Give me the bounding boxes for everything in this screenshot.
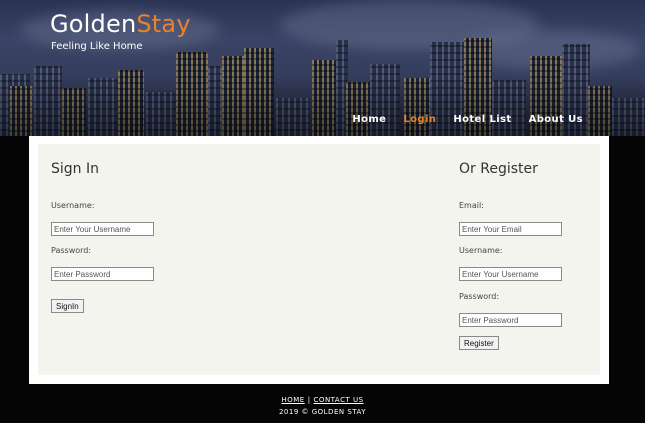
register-username-input[interactable] [459,267,562,281]
register-email-label: Email: [459,201,484,210]
register-email-input[interactable] [459,222,562,236]
signin-username-label: Username: [51,201,95,210]
signin-button[interactable]: SignIn [51,299,84,313]
content-card: Sign In Username: Password: SignIn Or Re… [29,136,609,384]
footer-contact-link[interactable]: CONTACT US [314,396,364,404]
logo-text-primary: Golden [50,10,137,38]
signin-title: Sign In [51,161,99,177]
footer-links: HOME | CONTACT US [0,396,645,404]
footer-copyright: 2019 © GOLDEN STAY [278,408,367,416]
register-password-label: Password: [459,292,500,301]
site-footer: HOME | CONTACT US 2019 © GOLDEN STAY [0,396,645,416]
main-nav: Home Login Hotel List About Us [335,114,583,125]
signin-username-input[interactable] [51,222,154,236]
register-username-label: Username: [459,246,503,255]
nav-about-us[interactable]: About Us [529,114,583,125]
site-logo[interactable]: GoldenStay [50,10,191,38]
forms-panel: Sign In Username: Password: SignIn Or Re… [38,144,600,375]
nav-home[interactable]: Home [352,114,386,125]
register-button[interactable]: Register [459,336,499,350]
footer-home-link[interactable]: HOME [281,396,304,404]
nav-login[interactable]: Login [403,114,436,125]
header-banner: GoldenStay Feeling Like Home Home Login … [0,0,645,136]
nav-hotel-list[interactable]: Hotel List [453,114,511,125]
site-tagline: Feeling Like Home [51,41,143,52]
signin-password-label: Password: [51,246,92,255]
footer-separator: | [307,396,311,404]
signin-password-input[interactable] [51,267,154,281]
register-password-input[interactable] [459,313,562,327]
logo-text-accent: Stay [136,10,191,38]
register-title: Or Register [459,161,538,177]
